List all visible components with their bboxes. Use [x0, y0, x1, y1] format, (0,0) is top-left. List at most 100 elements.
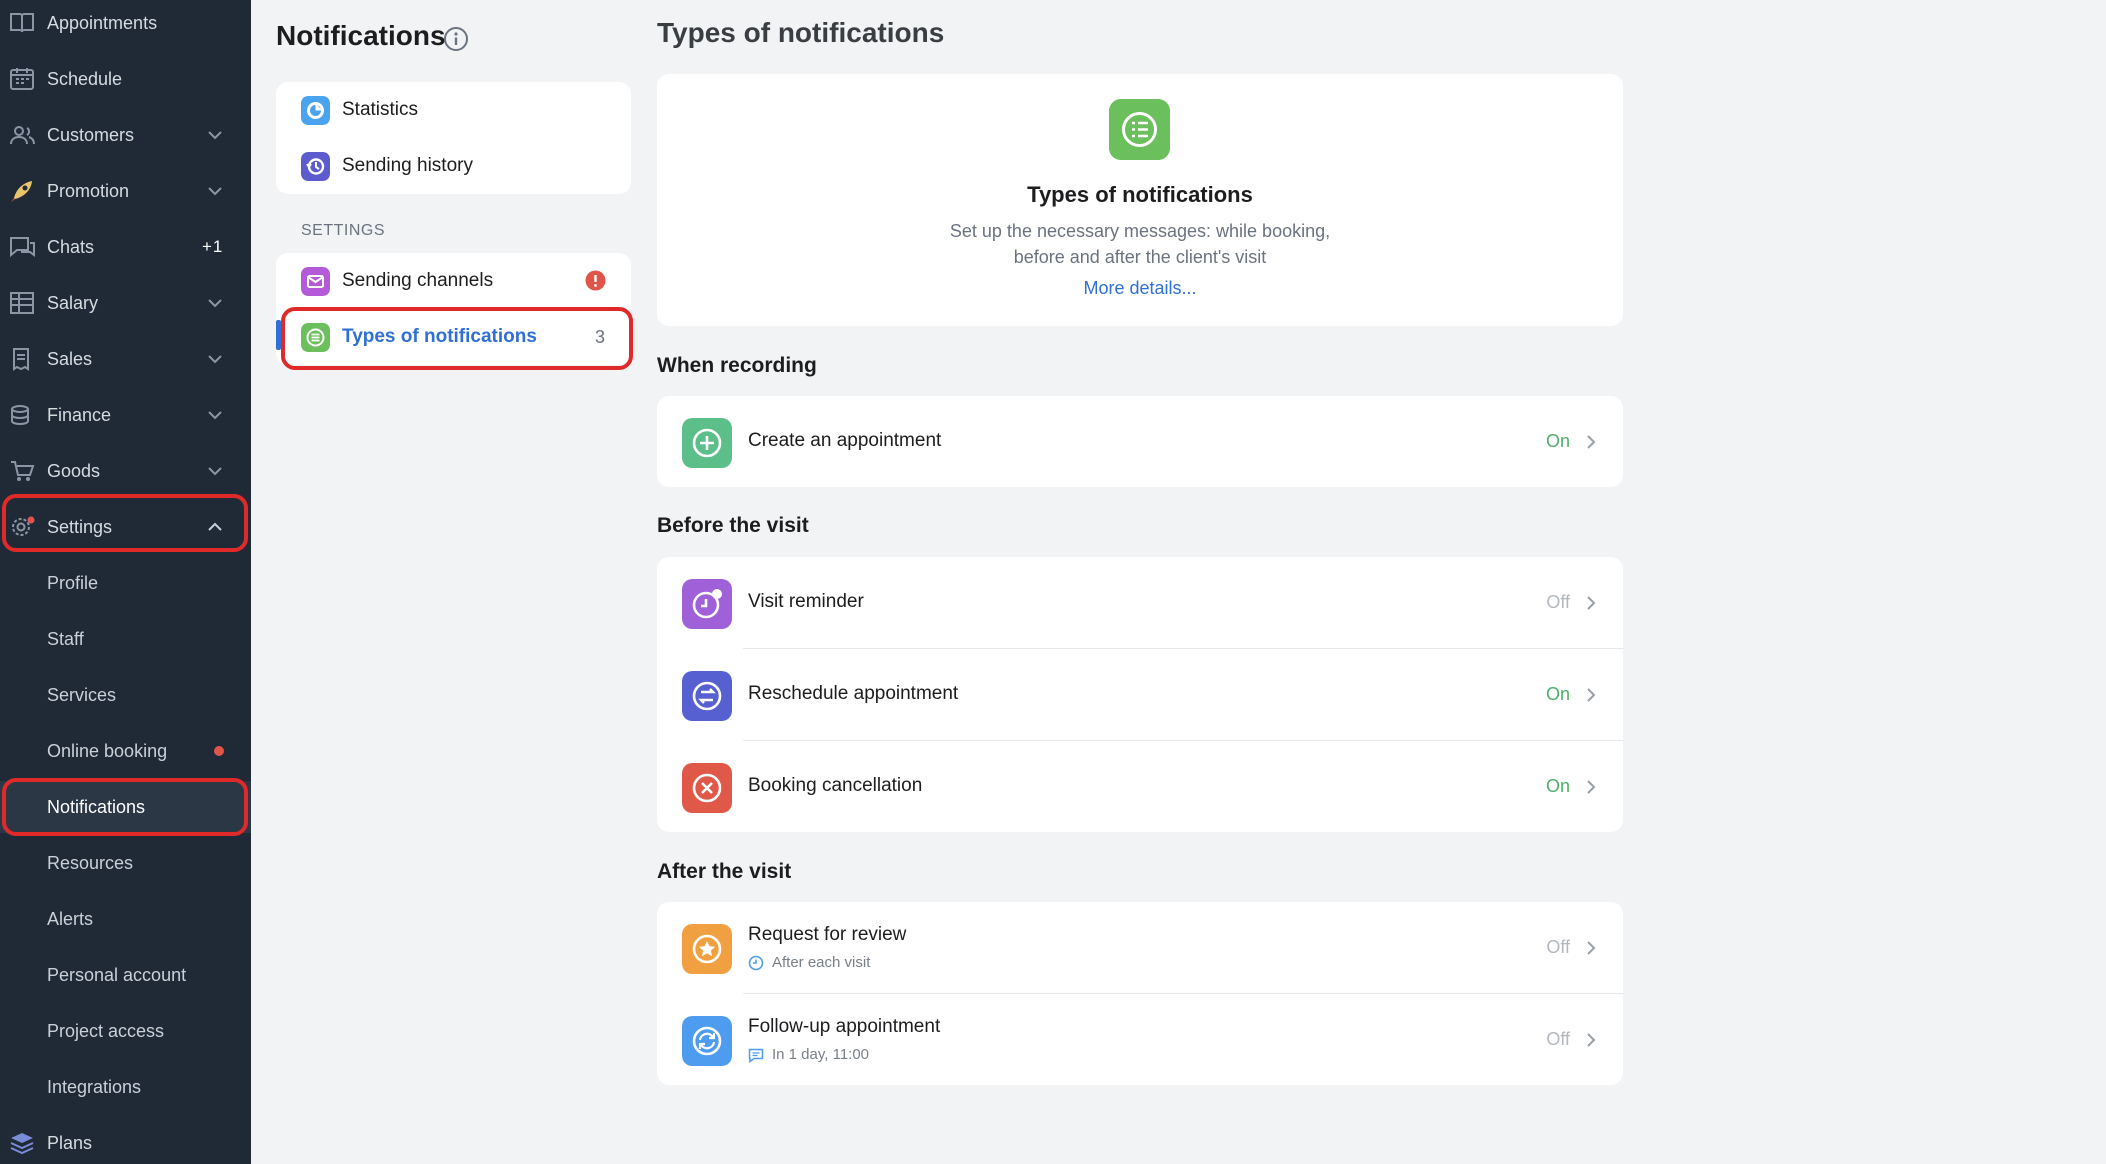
sidebar-item-label: Chats	[47, 236, 95, 257]
menu-item-label: Statistics	[342, 99, 419, 120]
notification-row-label: Create an appointment	[748, 430, 942, 451]
notification-row-create-appointment[interactable]: Create an appointment On	[657, 396, 1623, 487]
sidebar-item-label: Appointments	[47, 12, 158, 33]
types-count-badge: 3	[595, 326, 606, 347]
notification-row-subtitle: In 1 day, 11:00	[748, 1046, 869, 1063]
chevron-right-icon	[1587, 435, 1596, 449]
settings-section-header: SETTINGS	[301, 222, 386, 239]
sidebar-item-appointments[interactable]: Appointments	[0, 0, 251, 49]
finance-coins-icon	[11, 405, 29, 426]
sidebar-item-goods[interactable]: Goods	[0, 445, 251, 497]
status-badge: Off	[1546, 937, 1570, 957]
clock-reminder-icon	[682, 579, 732, 629]
menu-item-statistics[interactable]: Statistics	[276, 82, 631, 138]
status-badge: Off	[1546, 592, 1570, 612]
sidebar-subitem-staff[interactable]: Staff	[0, 613, 251, 665]
section-card-after-visit: Request for review After each visit Off …	[657, 902, 1623, 1085]
sidebar-item-sales[interactable]: Sales	[0, 333, 251, 385]
notification-row-label: Follow-up appointment	[748, 1016, 941, 1037]
sidebar-subitem-label: Resources	[47, 852, 134, 873]
intro-title: Types of notifications	[1027, 182, 1253, 207]
notification-row-subtitle: After each visit	[748, 954, 870, 971]
menu-item-types-of-notifications[interactable]: Types of notifications 3	[276, 309, 631, 365]
warning-icon	[585, 270, 606, 291]
sidebar-item-promotion[interactable]: Promotion	[0, 165, 251, 217]
status-badge: On	[1545, 684, 1570, 704]
chevron-right-icon	[1587, 596, 1596, 610]
chevron-down-icon	[208, 131, 222, 140]
sidebar-subitem-alerts[interactable]: Alerts	[0, 893, 251, 945]
sidebar-subitem-label: Alerts	[47, 908, 94, 929]
sidebar-item-label: Salary	[47, 292, 99, 313]
status-badge: On	[1545, 431, 1570, 451]
statistics-icon	[301, 96, 330, 125]
info-icon[interactable]	[443, 26, 469, 52]
notification-row-follow-up-appointment[interactable]: Follow-up appointment In 1 day, 11:00 Of…	[657, 994, 1623, 1085]
sidebar-subitem-services[interactable]: Services	[0, 669, 251, 721]
status-badge: On	[1545, 776, 1570, 796]
menu-item-sending-channels[interactable]: Sending channels	[276, 253, 631, 309]
sidebar-item-plans[interactable]: Plans	[0, 1117, 251, 1164]
notification-row-visit-reminder[interactable]: Visit reminder Off	[657, 557, 1623, 648]
sidebar-item-label: Finance	[47, 404, 112, 425]
chevron-down-icon	[208, 467, 222, 476]
sidebar-item-label: Plans	[47, 1132, 93, 1153]
chevron-up-icon	[208, 522, 222, 531]
sidebar-subitem-label: Profile	[47, 572, 99, 593]
menu-item-sending-history[interactable]: Sending history	[276, 138, 631, 194]
chevron-down-icon	[208, 187, 222, 196]
rocket-icon	[11, 181, 32, 202]
sidebar-item-label: Schedule	[47, 68, 123, 89]
sidebar-subitem-notifications[interactable]: Notifications	[0, 781, 251, 833]
sidebar-subitem-label: Notifications	[47, 796, 146, 817]
notifications-settings-menu: Sending channels Types of notifications …	[276, 253, 631, 365]
appointments-book-icon	[10, 13, 34, 33]
clock-icon	[748, 955, 764, 970]
notification-row-label: Booking cancellation	[748, 775, 923, 796]
sidebar-item-label: Promotion	[47, 180, 130, 201]
goods-cart-icon	[11, 461, 35, 481]
sidebar-item-label: Goods	[47, 460, 101, 481]
star-icon	[682, 924, 732, 974]
sidebar-subitem-online-booking[interactable]: Online booking	[0, 725, 251, 777]
sidebar-subitem-profile[interactable]: Profile	[0, 557, 251, 609]
layers-icon	[10, 1133, 34, 1155]
sidebar-item-label: Customers	[47, 124, 135, 145]
sidebar-subitem-personal-account[interactable]: Personal account	[0, 949, 251, 1001]
sidebar-item-customers[interactable]: Customers	[0, 109, 251, 161]
menu-item-label: Sending channels	[342, 270, 494, 291]
section-title-when-recording: When recording	[657, 354, 817, 377]
notification-row-label: Visit reminder	[748, 591, 864, 612]
sidebar-item-schedule[interactable]: Schedule	[0, 53, 251, 105]
history-icon	[301, 152, 330, 181]
chevron-down-icon	[208, 355, 222, 364]
notification-row-reschedule-appointment[interactable]: Reschedule appointment On	[657, 649, 1623, 740]
notification-row-request-for-review[interactable]: Request for review After each visit Off	[657, 902, 1623, 993]
section-card-before-visit: Visit reminder Off Reschedule appointmen…	[657, 557, 1623, 832]
sidebar-subitem-label: Staff	[47, 628, 84, 649]
sidebar-item-finance[interactable]: Finance	[0, 389, 251, 441]
list-icon	[301, 323, 330, 352]
sidebar-subitem-project-access[interactable]: Project access	[0, 1005, 251, 1057]
sidebar-item-label: Settings	[47, 516, 113, 537]
intro-description-line: Set up the necessary messages: while boo…	[949, 221, 1331, 241]
calendar-icon	[10, 68, 34, 90]
sidebar-subitem-label: Personal account	[47, 964, 187, 985]
message-icon	[748, 1048, 764, 1063]
sidebar-subitem-label: Services	[47, 684, 117, 705]
chevron-right-icon	[1587, 688, 1596, 702]
more-details-link[interactable]: More details...	[657, 278, 1623, 299]
sidebar-item-chats[interactable]: Chats +1	[0, 221, 251, 273]
sidebar-subitem-resources[interactable]: Resources	[0, 837, 251, 889]
notification-row-booking-cancellation[interactable]: Booking cancellation On	[657, 741, 1623, 832]
reschedule-arrows-icon	[682, 671, 732, 721]
sidebar-item-settings[interactable]: Settings	[0, 501, 251, 553]
sidebar-item-salary[interactable]: Salary	[0, 277, 251, 329]
section-title-before-visit: Before the visit	[657, 514, 809, 537]
chevron-down-icon	[208, 299, 222, 308]
chat-icon	[10, 237, 35, 258]
intro-description: Set up the necessary messages: while boo…	[657, 218, 1623, 270]
sidebar-subitem-integrations[interactable]: Integrations	[0, 1061, 251, 1113]
chats-unread-count: +1	[202, 237, 224, 256]
status-badge: Off	[1546, 1029, 1570, 1049]
